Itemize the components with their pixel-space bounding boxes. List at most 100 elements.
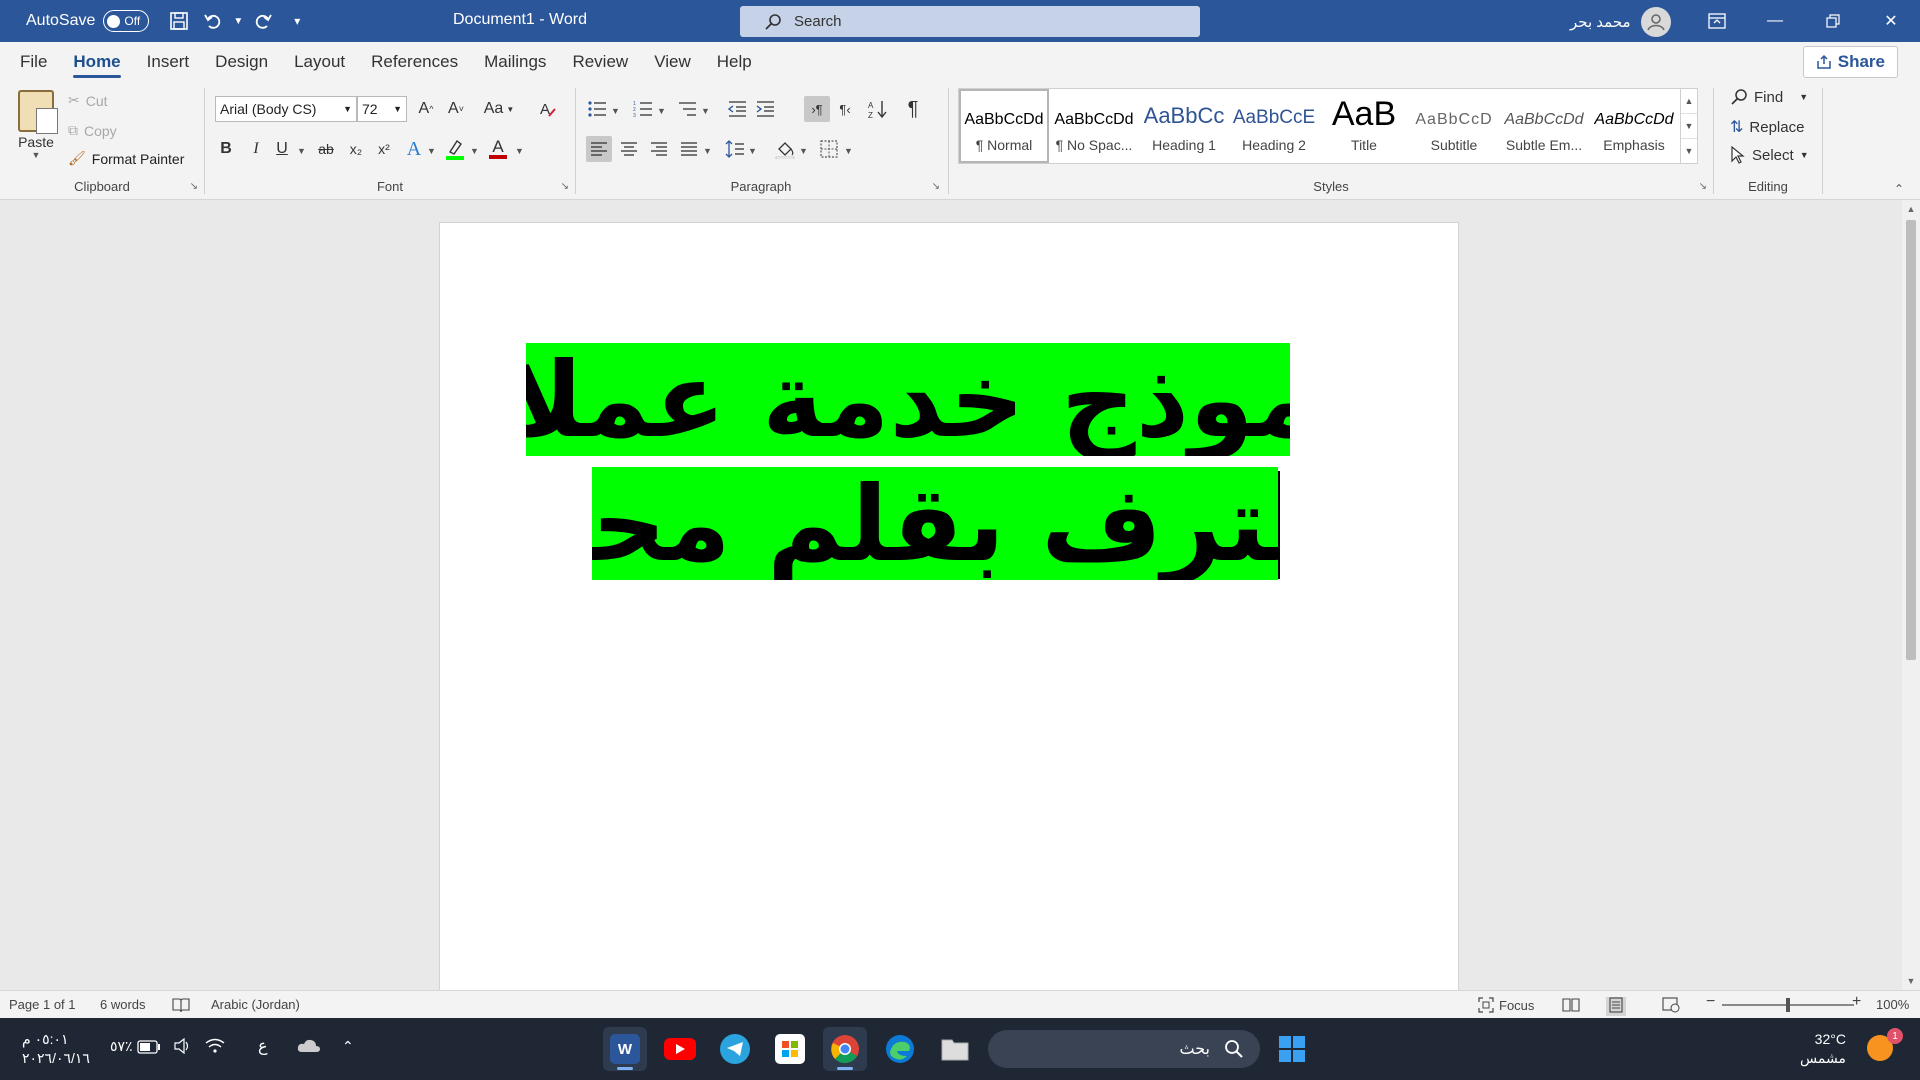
styles-dialog-launcher-icon[interactable]: ↘ bbox=[1699, 181, 1707, 192]
undo-icon[interactable] bbox=[199, 7, 227, 35]
show-formatting-marks-icon[interactable]: ¶ bbox=[900, 96, 926, 122]
italic-button[interactable]: I bbox=[243, 136, 269, 162]
vertical-scrollbar[interactable]: ▲ ▼ bbox=[1902, 200, 1920, 990]
increase-indent-icon[interactable] bbox=[752, 96, 778, 122]
tab-home[interactable]: Home bbox=[60, 42, 133, 82]
numbering-icon[interactable]: 123 bbox=[630, 96, 656, 122]
web-layout-icon[interactable] bbox=[1662, 997, 1680, 1016]
taskbar-word[interactable]: W bbox=[603, 1027, 647, 1071]
proofing-icon[interactable] bbox=[172, 997, 190, 1016]
tab-file[interactable]: File bbox=[7, 42, 60, 82]
tab-mailings[interactable]: Mailings bbox=[471, 42, 559, 82]
line-spacing-icon[interactable] bbox=[722, 136, 748, 162]
text-effects-icon[interactable]: A bbox=[401, 136, 427, 162]
underline-dropdown-icon[interactable]: ▼ bbox=[297, 146, 306, 156]
clock[interactable]: ٠٥:٠١ م ٢٠٢٦/٠٦/١٦ bbox=[22, 1030, 90, 1068]
justify-dropdown-icon[interactable]: ▼ bbox=[703, 146, 712, 156]
ltr-direction-icon[interactable]: ›¶ bbox=[804, 96, 830, 122]
justify-icon[interactable] bbox=[676, 136, 702, 162]
line-spacing-dropdown-icon[interactable]: ▼ bbox=[748, 146, 757, 156]
copy-button[interactable]: ⧉ Copy bbox=[68, 122, 117, 139]
clear-formatting-icon[interactable]: A bbox=[535, 96, 561, 122]
taskbar-chrome[interactable] bbox=[823, 1027, 867, 1071]
superscript-button[interactable]: x² bbox=[371, 136, 397, 162]
show-hidden-icons-icon[interactable]: ⌃ bbox=[342, 1038, 354, 1055]
taskbar-file-explorer[interactable] bbox=[933, 1027, 977, 1071]
restore-icon[interactable] bbox=[1804, 0, 1862, 42]
autosave-toggle[interactable]: Off bbox=[103, 10, 150, 32]
taskbar-search[interactable]: بحث bbox=[988, 1030, 1260, 1068]
tab-view[interactable]: View bbox=[641, 42, 704, 82]
multilevel-dropdown-icon[interactable]: ▼ bbox=[701, 106, 710, 116]
paragraph-dialog-launcher-icon[interactable]: ↘ bbox=[932, 181, 940, 192]
scroll-down-icon[interactable]: ▼ bbox=[1902, 972, 1920, 990]
user-account[interactable]: محمد بحر bbox=[1570, 7, 1671, 37]
multilevel-list-icon[interactable] bbox=[674, 96, 700, 122]
zoom-out-icon[interactable]: − bbox=[1706, 993, 1715, 1011]
font-name-combo[interactable]: Arial (Body CS) ▼ bbox=[215, 96, 357, 122]
tab-references[interactable]: References bbox=[358, 42, 471, 82]
font-size-combo[interactable]: 72 ▼ bbox=[357, 96, 407, 122]
borders-dropdown-icon[interactable]: ▼ bbox=[844, 146, 853, 156]
undo-dropdown-icon[interactable]: ▼ bbox=[233, 16, 243, 27]
rtl-direction-icon[interactable]: ¶‹ bbox=[832, 96, 858, 122]
font-dialog-launcher-icon[interactable]: ↘ bbox=[561, 181, 569, 192]
taskbar-edge[interactable] bbox=[878, 1027, 922, 1071]
shading-dropdown-icon[interactable]: ▼ bbox=[799, 146, 808, 156]
save-icon[interactable] bbox=[165, 7, 193, 35]
align-center-icon[interactable] bbox=[616, 136, 642, 162]
format-painter-button[interactable]: 🖌 Format Painter bbox=[68, 150, 184, 167]
zoom-in-icon[interactable]: + bbox=[1852, 993, 1861, 1011]
document-line-1[interactable]: نموذج خدمة عملاء bbox=[526, 343, 1290, 456]
shrink-font-icon[interactable]: A ˅ bbox=[443, 96, 469, 122]
taskbar-youtube[interactable] bbox=[658, 1027, 702, 1071]
language-indicator[interactable]: Arabic (Jordan) bbox=[211, 997, 300, 1012]
redo-icon[interactable] bbox=[249, 7, 277, 35]
zoom-level[interactable]: 100% bbox=[1876, 997, 1909, 1012]
share-button[interactable]: Share bbox=[1802, 46, 1898, 78]
tab-help[interactable]: Help bbox=[704, 42, 765, 82]
document-line-2[interactable]: محترف بقلم محمد bbox=[592, 467, 1278, 580]
paste-button[interactable]: Paste ▼ bbox=[12, 90, 60, 160]
cut-button[interactable]: ✂ Cut bbox=[68, 92, 108, 109]
onedrive-icon[interactable] bbox=[297, 1038, 321, 1057]
highlight-dropdown-icon[interactable]: ▼ bbox=[470, 146, 479, 156]
font-color-dropdown-icon[interactable]: ▼ bbox=[515, 146, 524, 156]
tab-insert[interactable]: Insert bbox=[134, 42, 203, 82]
word-count[interactable]: 6 words bbox=[100, 997, 146, 1012]
volume-icon[interactable] bbox=[174, 1037, 192, 1057]
start-button[interactable] bbox=[1270, 1027, 1314, 1071]
avatar[interactable] bbox=[1640, 7, 1671, 37]
focus-button[interactable]: Focus bbox=[1478, 997, 1534, 1013]
borders-icon[interactable] bbox=[816, 136, 842, 162]
ribbon-display-options-icon[interactable] bbox=[1688, 0, 1746, 42]
clipboard-dialog-launcher-icon[interactable]: ↘ bbox=[190, 181, 198, 192]
weather-widget[interactable]: 32°C مشمس bbox=[1800, 1030, 1846, 1068]
wifi-icon[interactable] bbox=[205, 1038, 225, 1057]
tab-design[interactable]: Design bbox=[202, 42, 281, 82]
change-case-button[interactable]: Aa ▼ bbox=[480, 96, 518, 122]
decrease-indent-icon[interactable] bbox=[724, 96, 750, 122]
battery-indicator[interactable]: ٥٧٪ bbox=[110, 1038, 161, 1055]
close-icon[interactable]: ✕ bbox=[1862, 0, 1920, 42]
page-count[interactable]: Page 1 of 1 bbox=[9, 997, 76, 1012]
autosave-control[interactable]: AutoSave Off bbox=[26, 10, 150, 32]
align-left-icon[interactable] bbox=[586, 136, 612, 162]
zoom-slider-thumb[interactable] bbox=[1786, 998, 1790, 1012]
customize-qat-icon[interactable]: ▾ bbox=[283, 7, 311, 35]
bullets-dropdown-icon[interactable]: ▼ bbox=[611, 106, 620, 116]
print-layout-icon[interactable] bbox=[1606, 997, 1626, 1016]
taskbar-store[interactable] bbox=[768, 1027, 812, 1071]
collapse-ribbon-icon[interactable]: ⌃ bbox=[1894, 182, 1904, 196]
align-right-icon[interactable] bbox=[646, 136, 672, 162]
taskbar-telegram[interactable] bbox=[713, 1027, 757, 1071]
shading-icon[interactable] bbox=[772, 136, 798, 162]
subscript-button[interactable]: x₂ bbox=[343, 136, 369, 162]
document-page[interactable]: نموذج خدمة عملاء محترف بقلم محمد bbox=[439, 222, 1459, 997]
strikethrough-button[interactable]: ab bbox=[313, 136, 339, 162]
highlight-icon[interactable] bbox=[442, 136, 468, 162]
text-effects-dropdown-icon[interactable]: ▼ bbox=[427, 146, 436, 156]
paste-dropdown-icon[interactable]: ▼ bbox=[12, 150, 60, 160]
input-language[interactable]: ع bbox=[258, 1036, 268, 1056]
search-box[interactable]: Search bbox=[740, 6, 1200, 37]
